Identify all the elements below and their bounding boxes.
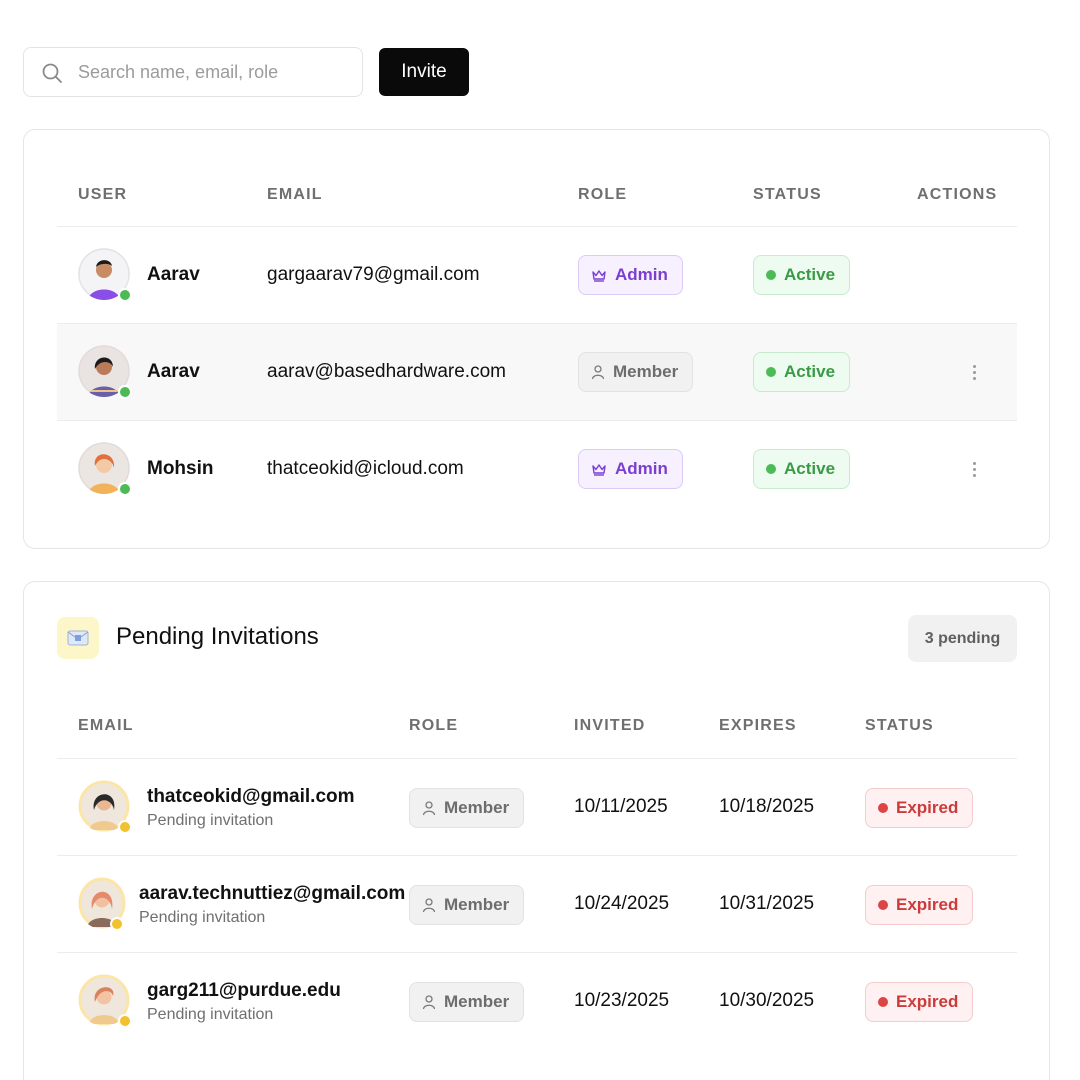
expires-date: 10/31/2025	[719, 893, 815, 914]
pending-status-dot	[118, 1014, 132, 1028]
users-table-card: USER EMAIL ROLE STATUS ACTIONS Aarav gar…	[23, 129, 1050, 549]
invitee-subtitle: Pending invitation	[147, 812, 274, 829]
online-status-dot	[118, 385, 132, 399]
crown-icon	[592, 270, 606, 282]
status-dot	[878, 803, 888, 813]
invited-date: 10/24/2025	[574, 893, 670, 914]
section-title: Pending Invitations	[116, 623, 319, 650]
column-header-user: USER	[78, 186, 128, 203]
invited-date: 10/11/2025	[574, 796, 668, 817]
status-label: Expired	[896, 992, 959, 1011]
role-badge-member: Member	[409, 982, 525, 1022]
status-dot	[766, 270, 776, 280]
status-dot	[878, 997, 888, 1007]
status-badge: Expired	[865, 788, 974, 828]
role-label: Admin	[615, 459, 668, 478]
online-status-dot	[118, 288, 132, 302]
pending-status-dot	[110, 917, 124, 931]
status-label: Expired	[896, 798, 959, 817]
status-label: Active	[784, 459, 836, 478]
user-name: Aarav	[147, 264, 200, 285]
column-header-actions: ACTIONS	[917, 186, 998, 203]
status-badge: Expired	[865, 885, 974, 925]
search-box[interactable]	[23, 47, 363, 97]
expires-date: 10/30/2025	[719, 990, 815, 1011]
role-label: Admin	[615, 265, 668, 284]
role-badge-member: Member	[578, 352, 694, 392]
column-header-email: EMAIL	[78, 717, 134, 734]
status-dot	[766, 367, 776, 377]
online-status-dot	[118, 482, 132, 496]
invitation-row[interactable]: aarav.technuttiez@gmail.com Pending invi…	[57, 856, 1017, 952]
invitee-email: thatceokid@gmail.com	[147, 786, 355, 807]
invited-date: 10/23/2025	[574, 990, 670, 1011]
pending-count-badge: 3 pending	[908, 615, 1017, 662]
search-input[interactable]	[78, 48, 358, 96]
user-name: Aarav	[147, 361, 200, 382]
user-email: gargaarav79@gmail.com	[267, 264, 480, 285]
role-badge-member: Member	[409, 885, 525, 925]
user-icon	[422, 898, 436, 913]
pending-invitations-card: Pending Invitations 3 pending EMAIL ROLE…	[23, 581, 1050, 1080]
status-label: Active	[784, 362, 836, 381]
column-header-email: EMAIL	[267, 186, 323, 203]
more-actions-icon[interactable]	[964, 360, 984, 384]
role-badge-member: Member	[409, 788, 525, 828]
invitation-row[interactable]: garg211@purdue.edu Pending invitation Me…	[57, 953, 1017, 1049]
role-badge-admin: Admin	[578, 255, 683, 295]
invitee-email: aarav.technuttiez@gmail.com	[139, 883, 406, 904]
invitee-subtitle: Pending invitation	[147, 1006, 274, 1023]
pending-status-dot	[118, 820, 132, 834]
table-row[interactable]: Mohsin thatceokid@icloud.com Admin Activ…	[57, 421, 1017, 517]
status-label: Expired	[896, 895, 959, 914]
status-badge: Active	[753, 449, 851, 489]
column-header-invited: INVITED	[574, 717, 646, 734]
status-badge: Expired	[865, 982, 974, 1022]
status-badge: Active	[753, 255, 851, 295]
envelope-icon	[57, 617, 99, 659]
column-header-role: ROLE	[409, 717, 459, 734]
table-row[interactable]: Aarav aarav@basedhardware.com Member Act…	[57, 324, 1017, 420]
crown-icon	[592, 464, 606, 476]
user-email: thatceokid@icloud.com	[267, 458, 464, 479]
column-header-status: STATUS	[865, 717, 934, 734]
invitee-subtitle: Pending invitation	[139, 909, 266, 926]
user-icon	[591, 365, 605, 380]
status-dot	[878, 900, 888, 910]
table-row[interactable]: Aarav gargaarav79@gmail.com Admin Active	[57, 227, 1017, 323]
invitee-email: garg211@purdue.edu	[147, 980, 341, 1001]
role-label: Member	[613, 362, 679, 381]
invitation-row[interactable]: thatceokid@gmail.com Pending invitation …	[57, 759, 1017, 855]
column-header-expires: EXPIRES	[719, 717, 797, 734]
role-badge-admin: Admin	[578, 449, 683, 489]
column-header-status: STATUS	[753, 186, 822, 203]
user-email: aarav@basedhardware.com	[267, 361, 506, 382]
invite-button[interactable]: Invite	[379, 48, 469, 96]
role-label: Member	[444, 895, 510, 914]
user-icon	[422, 995, 436, 1010]
search-icon	[42, 63, 62, 83]
role-label: Member	[444, 992, 510, 1011]
column-header-role: ROLE	[578, 186, 628, 203]
status-badge: Active	[753, 352, 851, 392]
more-actions-icon[interactable]	[964, 457, 984, 481]
user-name: Mohsin	[147, 458, 214, 479]
expires-date: 10/18/2025	[719, 796, 815, 817]
role-label: Member	[444, 798, 510, 817]
user-icon	[422, 801, 436, 816]
status-label: Active	[784, 265, 836, 284]
status-dot	[766, 464, 776, 474]
